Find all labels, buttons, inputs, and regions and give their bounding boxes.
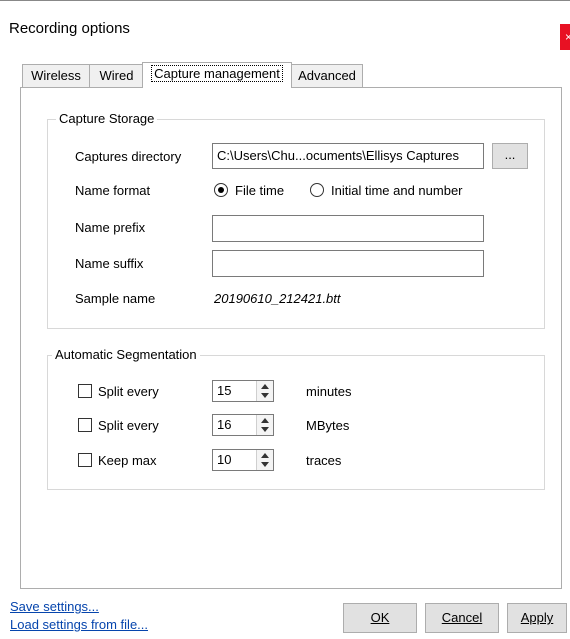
load-settings-link[interactable]: Load settings from file...	[10, 617, 148, 632]
window-title: Recording options	[9, 20, 130, 37]
sample-name-label: Sample name	[75, 291, 156, 306]
tab-capture-management-label: Capture management	[151, 65, 283, 82]
apply-button-label: Apply	[520, 610, 554, 625]
ok-button[interactable]: OK	[343, 603, 417, 633]
initial-time-label: Initial time and number	[331, 183, 463, 198]
keep-max-unit: traces	[306, 453, 342, 468]
tab-wireless-label: Wireless	[31, 68, 81, 83]
name-suffix-label: Name suffix	[75, 256, 144, 271]
capture-storage-legend: Capture Storage	[56, 111, 158, 126]
ok-button-label: OK	[370, 610, 390, 625]
tab-capture-management[interactable]: Capture management	[142, 62, 292, 88]
spinner-arrows-icon[interactable]	[256, 450, 273, 470]
tab-wired-label: Wired	[99, 68, 134, 83]
split-minutes-spinner[interactable]: 15	[212, 380, 274, 402]
keep-max-spinner[interactable]: 10	[212, 449, 274, 471]
automatic-segmentation-legend: Automatic Segmentation	[52, 347, 200, 362]
name-prefix-label: Name prefix	[75, 220, 146, 235]
name-suffix-input[interactable]	[212, 250, 484, 277]
tab-advanced-label: Advanced	[298, 68, 356, 83]
close-icon: ×	[565, 30, 570, 44]
split-minutes-checkbox[interactable]	[78, 384, 92, 398]
cancel-button[interactable]: Cancel	[425, 603, 499, 633]
save-settings-link[interactable]: Save settings...	[10, 599, 99, 614]
close-button[interactable]: ×	[560, 24, 570, 50]
captures-directory-field[interactable]: C:\Users\Chu...ocuments\Ellisys Captures	[212, 143, 484, 169]
tab-advanced[interactable]: Advanced	[291, 64, 363, 87]
browse-button[interactable]: ...	[492, 143, 528, 169]
cancel-button-label: Cancel	[441, 610, 483, 625]
captures-directory-label: Captures directory	[75, 149, 182, 164]
tab-wireless[interactable]: Wireless	[22, 64, 90, 87]
split-mbytes-unit: MBytes	[306, 418, 350, 433]
file-time-label: File time	[235, 183, 285, 198]
top-border	[0, 0, 570, 1]
initial-time-radio[interactable]	[310, 183, 324, 197]
keep-max-value: 10	[217, 452, 232, 467]
split-minutes-label: Split every	[98, 384, 159, 399]
spinner-arrows-icon[interactable]	[256, 415, 273, 435]
file-time-radio[interactable]	[214, 183, 228, 197]
title-bar: Recording options ×	[0, 0, 570, 60]
keep-max-checkbox[interactable]	[78, 453, 92, 467]
split-minutes-unit: minutes	[306, 384, 352, 399]
tab-wired[interactable]: Wired	[89, 64, 144, 87]
tab-panel: Capture Storage Captures directory C:\Us…	[20, 87, 562, 589]
split-minutes-value: 15	[217, 383, 232, 398]
name-format-label: Name format	[75, 183, 151, 198]
split-mbytes-label: Split every	[98, 418, 159, 433]
keep-max-label: Keep max	[98, 453, 157, 468]
sample-name-value: 20190610_212421.btt	[214, 291, 341, 306]
spinner-arrows-icon[interactable]	[256, 381, 273, 401]
split-mbytes-checkbox[interactable]	[78, 418, 92, 432]
apply-button[interactable]: Apply	[507, 603, 567, 633]
split-mbytes-value: 16	[217, 417, 232, 432]
split-mbytes-spinner[interactable]: 16	[212, 414, 274, 436]
name-prefix-input[interactable]	[212, 215, 484, 242]
